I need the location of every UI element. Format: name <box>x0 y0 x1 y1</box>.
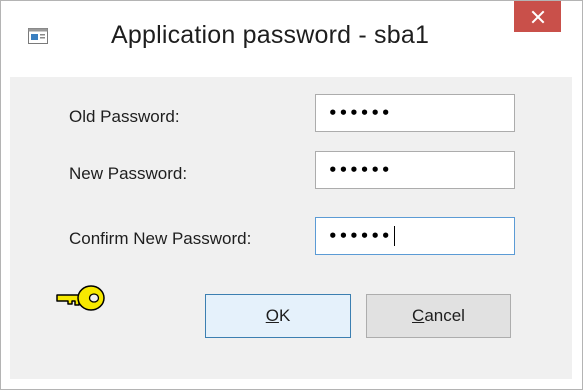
window-title: Application password - sba1 <box>111 21 430 49</box>
old-password-value: •••••• <box>328 104 392 122</box>
text-caret <box>393 226 395 246</box>
cancel-button[interactable]: Cancel <box>366 294 511 338</box>
close-icon <box>531 10 544 23</box>
new-password-label: New Password: <box>69 164 188 183</box>
ok-button[interactable]: OK <box>205 294 351 338</box>
confirm-password-label: Confirm New Password: <box>69 229 252 248</box>
password-dialog-window: Application password - sba1 Old Password… <box>0 0 583 390</box>
dialog-body: Old Password: •••••• New Password: •••••… <box>10 77 572 379</box>
confirm-password-value: •••••• <box>328 227 392 245</box>
ok-label-rest: K <box>278 306 291 325</box>
ok-mnemonic: O <box>265 306 279 325</box>
application-window-icon <box>28 28 48 44</box>
cancel-label-rest: ancel <box>424 306 465 325</box>
cancel-mnemonic: C <box>412 306 425 325</box>
close-button[interactable] <box>514 1 561 32</box>
confirm-password-field[interactable]: •••••• <box>315 217 515 255</box>
old-password-field[interactable]: •••••• <box>315 94 515 132</box>
old-password-label: Old Password: <box>69 107 180 126</box>
title-bar[interactable]: Application password - sba1 <box>1 1 582 77</box>
new-password-field[interactable]: •••••• <box>315 151 515 189</box>
new-password-value: •••••• <box>328 161 392 179</box>
key-icon <box>56 285 105 311</box>
